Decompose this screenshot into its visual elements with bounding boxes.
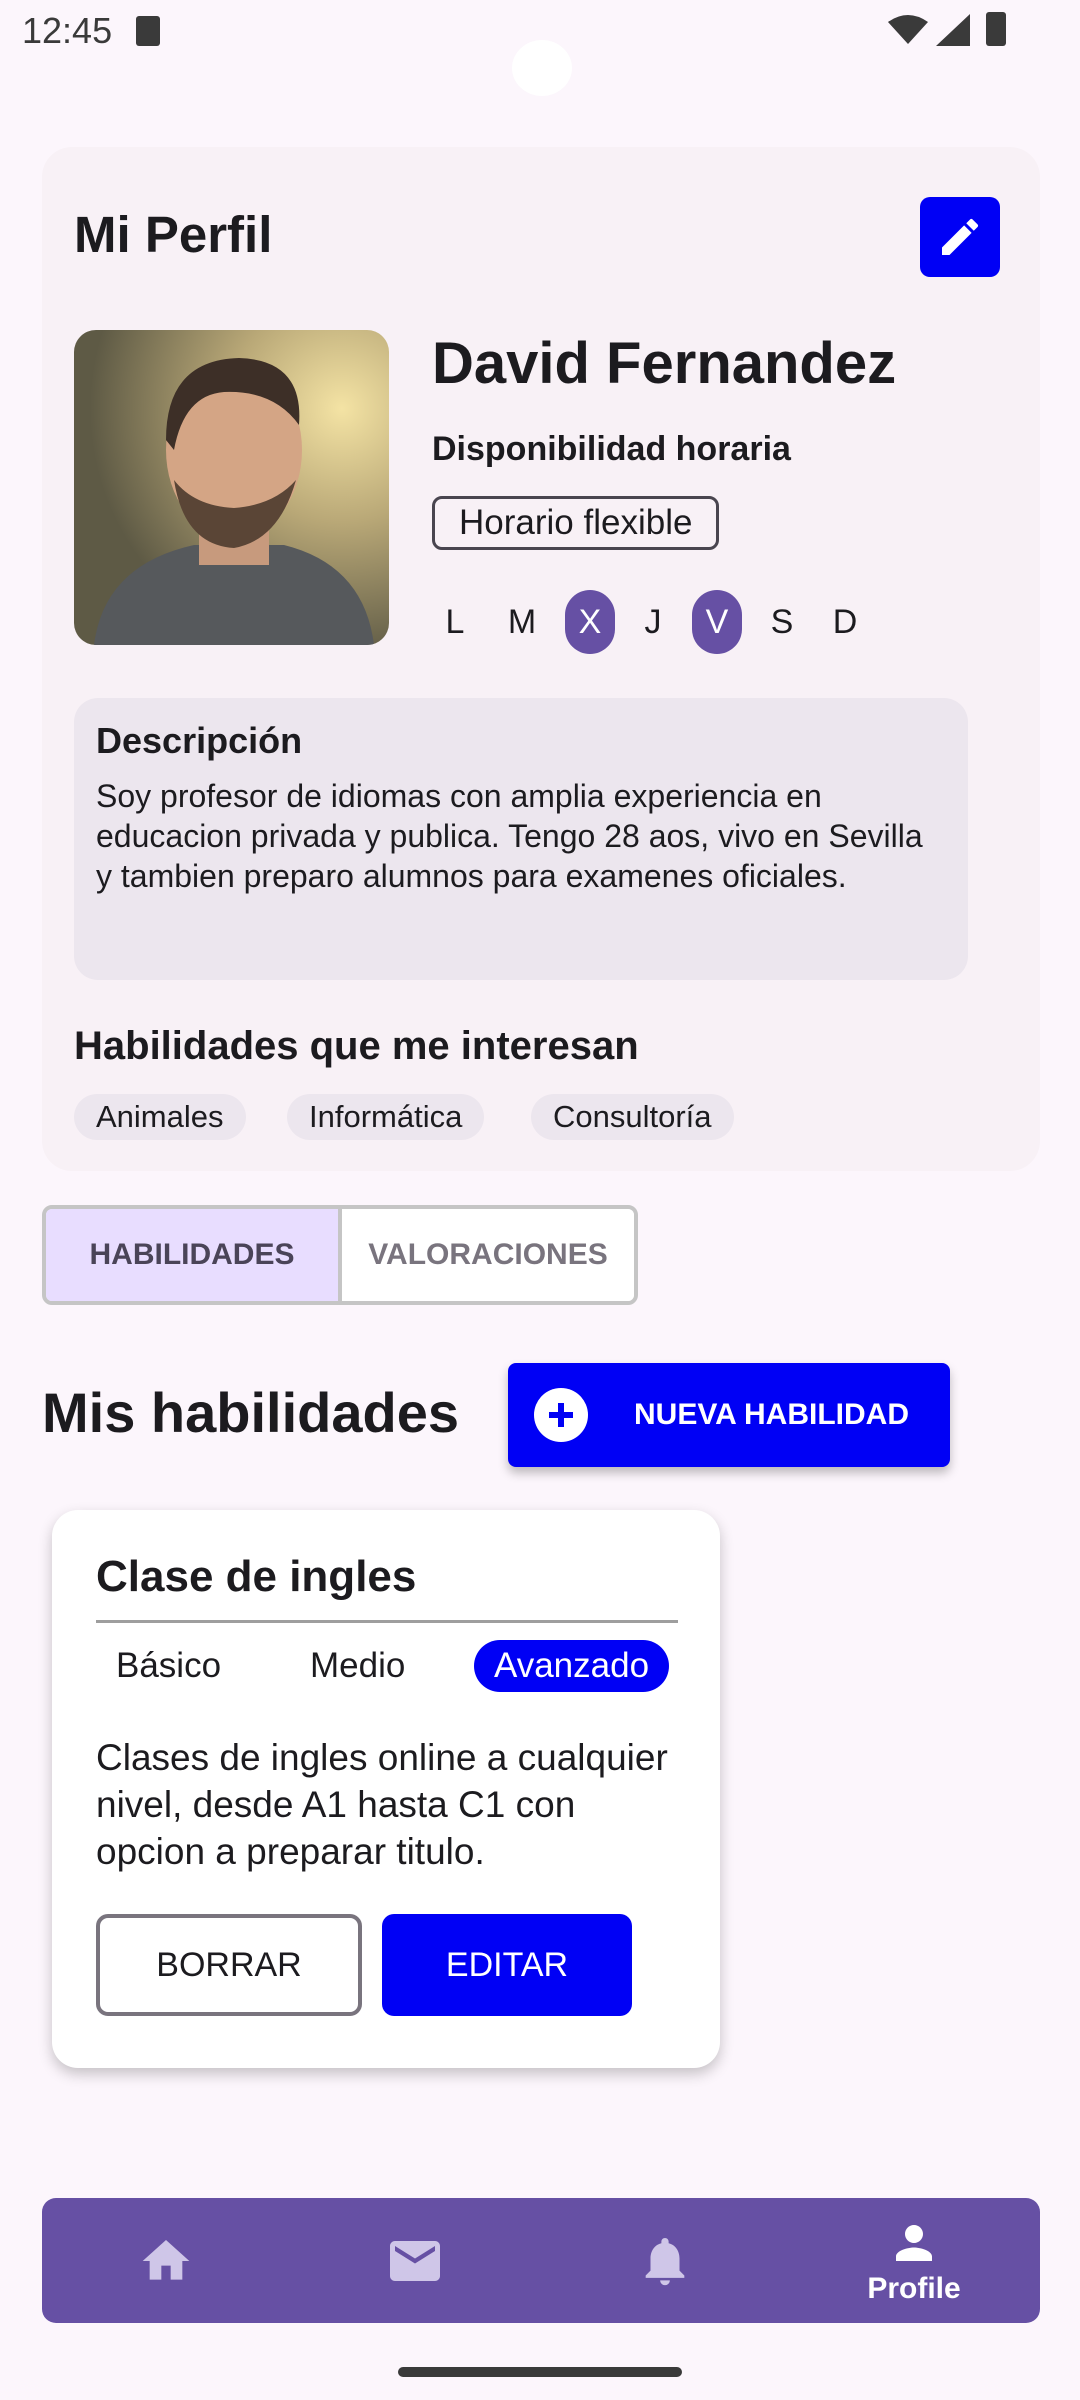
day-l: L <box>445 603 465 641</box>
wifi-icon <box>888 15 928 44</box>
nav-profile[interactable]: Profile <box>814 2198 1014 2323</box>
edit-profile-button[interactable] <box>920 197 1000 277</box>
home-icon <box>142 2239 190 2280</box>
my-skills-title: Mis habilidades <box>42 1381 459 1444</box>
sim-card-icon <box>136 16 160 46</box>
tab-habilidades[interactable]: HABILIDADES <box>46 1209 342 1301</box>
nav-profile-label: Profile <box>867 2271 961 2305</box>
day-s: S <box>770 603 794 641</box>
pencil-icon <box>942 218 979 255</box>
home-indicator[interactable] <box>398 2367 682 2377</box>
mail-icon <box>390 2240 440 2281</box>
interest-chip: Consultoría <box>531 1094 734 1140</box>
plus-icon <box>534 1388 588 1442</box>
level-avanzado: Avanzado <box>474 1640 670 1692</box>
skill-description: Clases de ingles online a cualquier nive… <box>96 1737 668 1872</box>
day-j: J <box>644 603 662 641</box>
availability-label: Disponibilidad horaria <box>432 430 791 468</box>
bell-icon <box>645 2237 685 2285</box>
status-time: 12:45 <box>22 10 113 51</box>
level-basico: Básico <box>116 1646 222 1685</box>
tab-bar: HABILIDADES VALORACIONES <box>42 1205 638 1305</box>
schedule-chip: Horario flexible <box>432 496 720 550</box>
tab-valoraciones[interactable]: VALORACIONES <box>342 1209 634 1301</box>
description-title: Descripción <box>96 720 303 761</box>
battery-icon <box>986 12 1006 46</box>
day-v: V <box>692 590 742 654</box>
interest-chip: Animales <box>74 1094 246 1140</box>
skill-title: Clase de ingles <box>96 1552 417 1601</box>
camera-cutout <box>512 40 572 96</box>
divider <box>96 1620 678 1623</box>
interests-title: Habilidades que me interesan <box>74 1024 639 1068</box>
level-medio: Medio <box>310 1646 406 1685</box>
nav-messages[interactable] <box>315 2198 515 2323</box>
avatar <box>74 330 389 645</box>
page-title: Mi Perfil <box>74 206 273 263</box>
description-text: Soy profesor de idiomas con amplia exper… <box>96 778 923 894</box>
interest-chip: Informática <box>287 1094 485 1140</box>
new-skill-button[interactable]: NUEVA HABILIDAD <box>508 1363 950 1467</box>
delete-button[interactable]: BORRAR <box>96 1914 362 2016</box>
new-skill-label: NUEVA HABILIDAD <box>634 1398 909 1431</box>
day-d: D <box>832 603 858 641</box>
user-name: David Fernandez <box>432 331 897 396</box>
person-icon <box>896 2224 932 2261</box>
edit-button[interactable]: EDITAR <box>382 1914 632 2016</box>
signal-icon <box>936 14 970 46</box>
profile-card <box>42 147 1040 1171</box>
day-x: X <box>565 590 615 654</box>
nav-notifications[interactable] <box>565 2198 765 2323</box>
day-m: M <box>507 603 537 641</box>
nav-home[interactable] <box>66 2198 266 2323</box>
